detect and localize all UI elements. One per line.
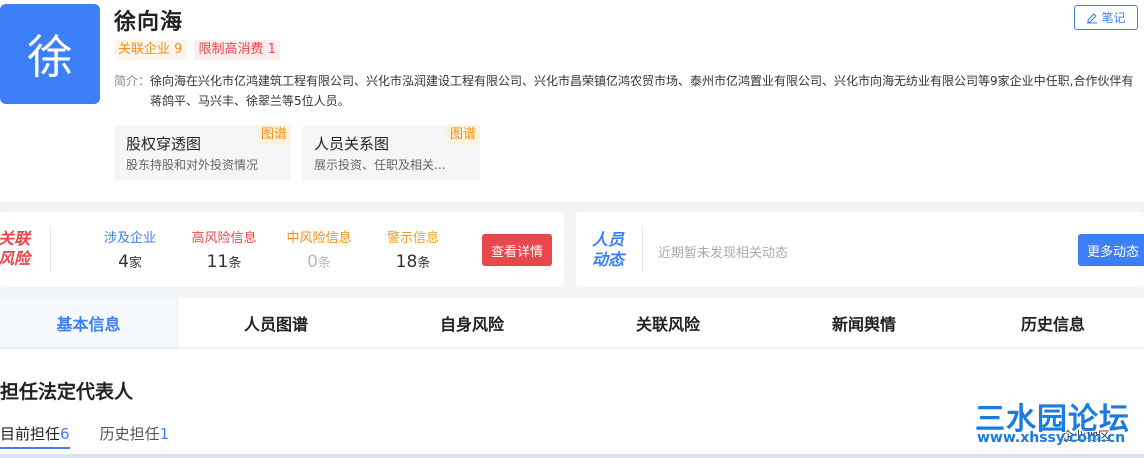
tab-related-risk[interactable]: 关联风险 — [570, 298, 766, 347]
stat-number: 11 — [206, 252, 229, 272]
graph-badge: 图谱 — [445, 125, 480, 145]
stat-label: 中风险信息 — [286, 231, 352, 246]
person-dynamics-logo: 人员 动态 — [592, 230, 634, 270]
stat-number: 0 — [307, 252, 318, 272]
stat-value: 4家 — [85, 251, 175, 275]
related-risk-panel: 关联 风险 涉及企业 4家 高风险信息 11条 中风险信息 0条 警示信息 18… — [0, 212, 564, 287]
note-button-label: 笔记 — [1101, 11, 1126, 25]
stat-unit: 条 — [228, 256, 242, 271]
stat-number: 18 — [395, 252, 418, 272]
stat-value: 11条 — [179, 251, 269, 275]
tag-row: 关联企业 9 限制高消费 1 — [114, 40, 280, 60]
related-companies-count: 9 — [174, 42, 183, 57]
stat-unit: 条 — [417, 256, 431, 271]
tab-history[interactable]: 历史信息 — [962, 298, 1144, 347]
main-tabs: 基本信息 人员图谱 自身风险 关联风险 新闻舆情 历史信息 — [0, 298, 1144, 348]
stat-value: 0条 — [274, 251, 364, 275]
subtab-count: 1 — [159, 425, 170, 443]
watermark-url: www.xhssy.com.cn — [977, 430, 1126, 446]
subtab-label: 目前担任 — [0, 425, 61, 443]
dyn-logo-line1: 人员 — [592, 230, 625, 249]
intro-label: 简介： — [114, 74, 151, 88]
section-title: 担任法定代表人 — [0, 381, 134, 403]
stat-high-risk[interactable]: 高风险信息 11条 — [179, 230, 269, 275]
restrict-consumption-count: 1 — [267, 42, 276, 57]
graph-card-sub: 展示投资、任职及相关... — [314, 158, 446, 172]
stat-involved-companies[interactable]: 涉及企业 4家 — [85, 230, 175, 275]
subtabs: 目前担任6 历史担任1 — [0, 423, 169, 449]
tab-basic-info[interactable]: 基本信息 — [0, 298, 178, 347]
graph-card-sub: 股东持股和对外投资情况 — [126, 158, 259, 172]
risk-logo-line2: 风险 — [0, 249, 31, 268]
stat-label: 高风险信息 — [191, 231, 257, 246]
view-details-button[interactable]: 查看详情 — [482, 234, 552, 266]
subtab-history[interactable]: 历史担任1 — [100, 423, 170, 449]
relation-graph-card[interactable]: 人员关系图 展示投资、任职及相关... 图谱 — [302, 125, 480, 180]
dyn-logo-line2: 动态 — [592, 250, 625, 269]
related-companies-label: 关联企业 — [118, 42, 171, 57]
stat-number: 4 — [118, 252, 129, 272]
subtab-label: 历史担任 — [99, 425, 160, 443]
stat-label: 涉及企业 — [103, 231, 156, 246]
stat-medium-risk[interactable]: 中风险信息 0条 — [274, 230, 364, 275]
graph-badge: 图谱 — [256, 125, 291, 145]
no-dynamics-text: 近期暂未发现相关动态 — [658, 246, 789, 261]
legal-rep-section: 担任法定代表人 目前担任6 历史担任1 企业地区 — [0, 349, 1144, 458]
tab-news[interactable]: 新闻舆情 — [766, 298, 962, 347]
more-dynamics-button[interactable]: 更多动态 — [1078, 234, 1144, 266]
tab-self-risk[interactable]: 自身风险 — [374, 298, 570, 347]
edit-icon — [1087, 12, 1098, 23]
stat-unit: 条 — [317, 256, 331, 271]
subtab-count: 6 — [60, 425, 70, 443]
related-companies-tag[interactable]: 关联企业 9 — [114, 40, 187, 60]
intro-text: 徐向海在兴化市亿鸿建筑工程有限公司、兴化市泓润建设工程有限公司、兴化市昌荣镇亿鸿… — [150, 74, 1134, 108]
intro: 简介： 徐向海在兴化市亿鸿建筑工程有限公司、兴化市泓润建设工程有限公司、兴化市昌… — [114, 71, 1139, 111]
person-dynamics-panel: 人员 动态 近期暂未发现相关动态 — [576, 212, 1144, 287]
divider — [642, 226, 643, 272]
person-header: 徐 徐向海 关联企业 9 限制高消费 1 笔记 简介： 徐向海在兴化市亿鸿建筑工… — [0, 0, 1144, 202]
stat-value: 18条 — [368, 251, 458, 275]
stat-unit: 家 — [128, 256, 142, 271]
restrict-consumption-label: 限制高消费 — [198, 42, 264, 57]
divider — [50, 226, 51, 272]
equity-graph-card[interactable]: 股权穿透图 股东持股和对外投资情况 图谱 — [114, 125, 291, 180]
restrict-consumption-tag[interactable]: 限制高消费 1 — [194, 40, 280, 60]
graph-card-title: 人员关系图 — [314, 135, 390, 153]
related-risk-logo: 关联 风险 — [0, 229, 40, 269]
stat-warning[interactable]: 警示信息 18条 — [368, 230, 458, 275]
risk-logo-line1: 关联 — [0, 229, 31, 248]
avatar: 徐 — [0, 4, 100, 104]
table-header-strip — [0, 454, 1144, 458]
note-button[interactable]: 笔记 — [1074, 5, 1138, 30]
subtab-current[interactable]: 目前担任6 — [0, 423, 70, 449]
stat-label: 警示信息 — [386, 231, 439, 246]
tab-person-graph[interactable]: 人员图谱 — [178, 298, 374, 347]
person-name: 徐向海 — [114, 10, 184, 35]
